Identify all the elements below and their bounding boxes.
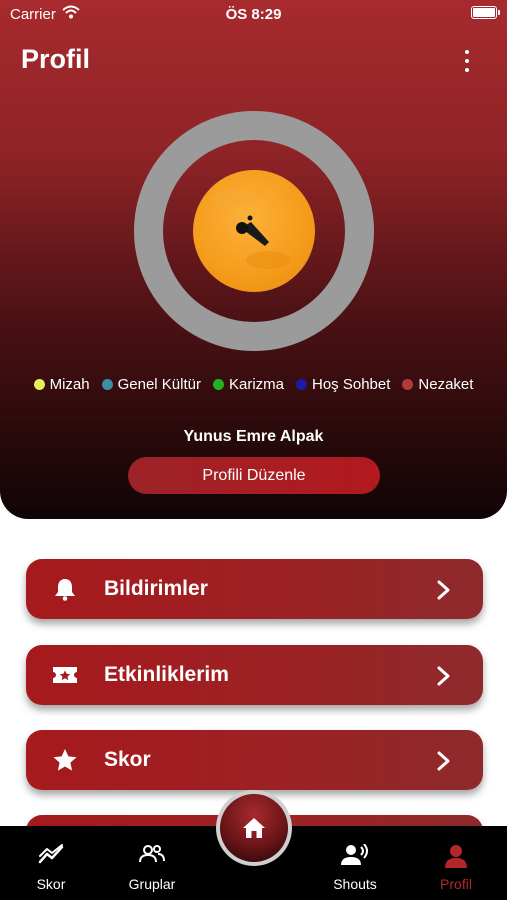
legend-item-hos-sohbet: Hoş Sohbet [296, 376, 390, 393]
menu-item-notifications[interactable]: Bildirimler [26, 559, 483, 619]
legend-label: Mizah [49, 376, 90, 393]
trait-legend: Mizah Genel Kültür Karizma Hoş Sohbet Ne… [0, 376, 507, 393]
profile-header: Carrier ÖS 8:29 Profil Mizah Genel Kültü… [0, 0, 507, 519]
home-button[interactable] [220, 794, 288, 862]
home-icon [243, 818, 265, 838]
home-button-ring [216, 790, 292, 866]
tab-label: Profil [440, 876, 472, 892]
page-title: Profil [21, 44, 91, 74]
speaker-icon [341, 844, 368, 865]
menu-item-events[interactable]: Etkinliklerim [26, 645, 483, 705]
tab-label: Skor [36, 876, 66, 892]
tab-shouts[interactable]: Shouts [305, 826, 405, 900]
legend-label: Hoş Sohbet [312, 376, 391, 393]
chart-icon [38, 844, 64, 864]
legend-item-karizma: Karizma [212, 376, 284, 393]
ticket-icon [53, 667, 77, 683]
legend-dot [101, 379, 113, 390]
tab-groups[interactable]: Gruplar [102, 826, 202, 900]
edit-profile-button[interactable]: Profili Düzenle [128, 457, 380, 494]
star-icon [53, 749, 77, 771]
menu-item-label: Skor [104, 748, 151, 771]
chevron-right-icon [437, 580, 450, 600]
legend-dot [33, 379, 45, 390]
bell-icon [55, 579, 75, 601]
legend-label: Genel Kültür [117, 376, 201, 393]
chevron-right-icon [437, 666, 450, 686]
status-bar: Carrier ÖS 8:29 [0, 0, 507, 28]
tab-label: Gruplar [128, 876, 176, 892]
legend-item-mizah: Mizah [33, 376, 90, 393]
battery-icon [471, 6, 500, 19]
legend-item-nezaket: Nezaket [402, 376, 473, 393]
earbud-icon [213, 190, 290, 269]
legend-dot [212, 379, 224, 390]
legend-dot [296, 379, 307, 390]
chevron-right-icon [437, 751, 450, 771]
profile-name: Yunus Emre Alpak [183, 428, 324, 445]
menu-item-label: Bildirimler [104, 577, 208, 600]
tab-label: Shouts [333, 876, 377, 892]
tab-score[interactable]: Skor [1, 826, 101, 900]
legend-item-genel-kultur: Genel Kültür [101, 376, 201, 393]
clock: ÖS 8:29 [225, 6, 282, 23]
legend-dot [402, 379, 414, 390]
tab-profile[interactable]: Profil [406, 826, 506, 900]
group-icon [139, 845, 165, 863]
more-options-icon[interactable] [460, 50, 474, 72]
legend-label: Karizma [228, 376, 284, 393]
menu-item-score[interactable]: Skor [26, 730, 483, 790]
legend-label: Nezaket [418, 376, 474, 393]
person-icon [445, 845, 467, 868]
menu-item-label: Etkinliklerim [104, 663, 229, 686]
avatar[interactable] [193, 170, 315, 292]
